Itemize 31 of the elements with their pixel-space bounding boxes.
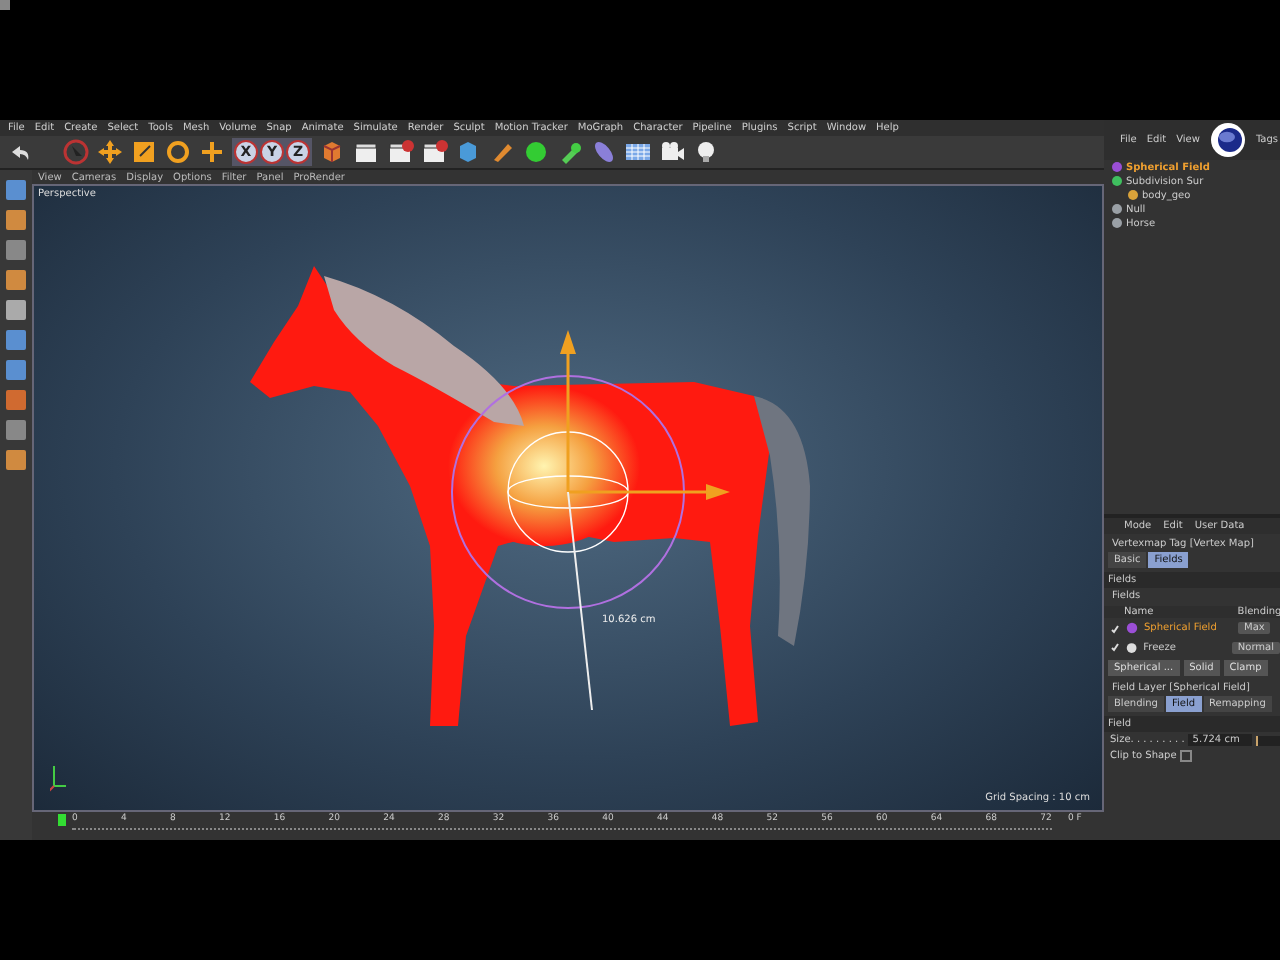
- clapperboard-icon[interactable]: [386, 138, 414, 166]
- tool-icon[interactable]: [4, 388, 28, 412]
- axis-icon[interactable]: [198, 138, 226, 166]
- tool-icon[interactable]: [4, 178, 28, 202]
- camera-icon[interactable]: [658, 138, 686, 166]
- tool-icon[interactable]: [4, 418, 28, 442]
- rotate-icon[interactable]: [164, 138, 192, 166]
- size-slider[interactable]: [1256, 735, 1280, 745]
- enable-checkbox[interactable]: [1110, 642, 1120, 652]
- enable-checkbox[interactable]: [1110, 623, 1120, 633]
- tool-icon[interactable]: [4, 448, 28, 472]
- tool-icon[interactable]: [4, 358, 28, 382]
- cube-icon[interactable]: [318, 138, 346, 166]
- playhead-marker[interactable]: [58, 814, 66, 826]
- clapperboard-icon[interactable]: [352, 138, 380, 166]
- axis-icon: [50, 762, 68, 794]
- cursor-icon[interactable]: [62, 138, 90, 166]
- move-icon[interactable]: [96, 138, 124, 166]
- transform-gizmo-drawing[interactable]: [451, 330, 730, 711]
- sphere-icon[interactable]: [522, 138, 550, 166]
- logo-icon[interactable]: [1209, 122, 1246, 158]
- tool-icon[interactable]: [4, 238, 28, 262]
- clapperboard-icon[interactable]: [420, 138, 448, 166]
- tool-icon[interactable]: [4, 298, 28, 322]
- scale-icon[interactable]: [130, 138, 158, 166]
- clip-checkbox[interactable]: [1180, 749, 1193, 761]
- tool-icon[interactable]: [4, 208, 28, 232]
- tool-icon[interactable]: [4, 268, 28, 292]
- grid-icon[interactable]: [624, 138, 652, 166]
- light-bulb-icon[interactable]: [692, 138, 720, 166]
- tool-icon[interactable]: [4, 328, 28, 352]
